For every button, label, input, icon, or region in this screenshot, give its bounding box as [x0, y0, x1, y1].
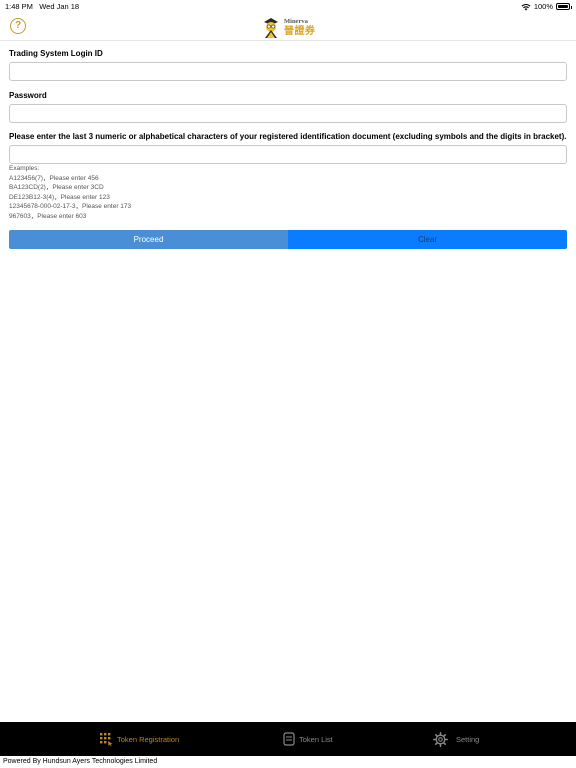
example-item: A123456(7)，Please enter 456 — [9, 174, 99, 182]
keypad-icon — [100, 732, 113, 746]
example-item: 967603，Please enter 603 — [9, 212, 87, 220]
id-digits-label: Please enter the last 3 numeric or alpha… — [9, 132, 567, 141]
nav-bar: ? Minerva 晉證券 — [0, 13, 576, 41]
id-digits-input[interactable] — [9, 145, 567, 164]
help-icon[interactable]: ? — [10, 18, 26, 34]
tab-label: Token Registration — [117, 734, 180, 744]
status-date-text: Wed Jan 18 — [39, 2, 80, 11]
login-id-input[interactable] — [9, 62, 567, 81]
minerva-logo: Minerva 晉證券 — [261, 15, 321, 41]
status-time-text: 1:48 PM — [5, 2, 33, 11]
token-icon — [283, 732, 295, 746]
examples-title: Examples: — [9, 165, 40, 172]
logo-text-en: Minerva — [284, 17, 308, 25]
tab-token-list[interactable]: Token List — [283, 722, 333, 756]
tab-token-registration[interactable]: Token Registration — [100, 722, 179, 756]
status-indicators: 100% — [521, 2, 572, 11]
wifi-icon — [521, 3, 531, 10]
login-id-label: Trading System Login ID — [9, 49, 103, 58]
tab-label: Token List — [299, 734, 333, 744]
tab-setting[interactable]: Setting — [433, 722, 479, 756]
powered-by-footer: Powered By Hundsun Ayers Technologies Li… — [3, 758, 158, 765]
example-item: DE123B12-3(4)，Please enter 123 — [9, 193, 110, 201]
action-buttons: Proceed Clear — [9, 230, 567, 249]
battery-percent: 100% — [533, 2, 553, 11]
example-item: BA123CD(2)，Please enter 3CD — [9, 184, 104, 191]
tab-label: Setting — [456, 734, 480, 744]
status-bar: 1:48 PM Wed Jan 18 100% — [0, 0, 576, 13]
proceed-button[interactable]: Proceed — [9, 230, 288, 249]
password-input[interactable] — [9, 104, 567, 123]
examples-block: Examples: A123456(7)，Please enter 456 BA… — [9, 164, 131, 221]
owl-logo-icon — [264, 18, 278, 38]
password-label: Password — [9, 91, 47, 100]
gear-icon — [433, 731, 448, 747]
battery-icon — [556, 3, 572, 10]
status-time: 1:48 PM Wed Jan 18 — [5, 2, 79, 11]
tab-bar: Token Registration Token List Setting — [0, 722, 576, 756]
logo-text-cn: 晉證券 — [284, 26, 316, 38]
example-item: 12345678-000-02-17-3，Please enter 173 — [9, 203, 132, 210]
clear-button[interactable]: Clear — [288, 230, 567, 249]
logo-text: Minerva 晉證券 — [284, 17, 316, 38]
